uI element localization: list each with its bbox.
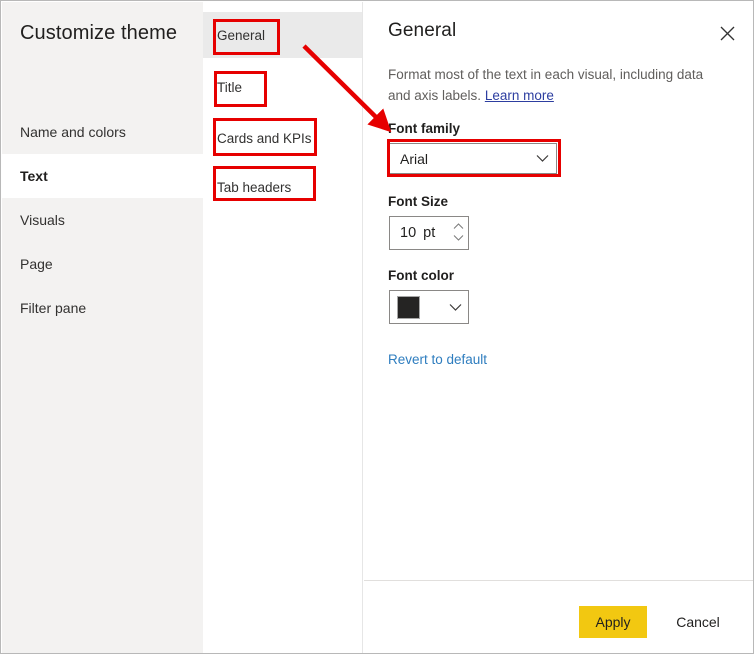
cancel-button[interactable]: Cancel bbox=[664, 606, 732, 638]
font-size-spinner[interactable] bbox=[448, 217, 468, 249]
category-item-label: Tab headers bbox=[217, 179, 292, 195]
chevron-down-icon bbox=[442, 303, 468, 312]
category-item-cards-and-kpis[interactable]: Cards and KPIs bbox=[203, 115, 362, 161]
revert-to-default-link[interactable]: Revert to default bbox=[388, 352, 487, 367]
category-item-title[interactable]: Title bbox=[203, 64, 362, 110]
font-size-unit: pt bbox=[423, 225, 436, 241]
font-color-picker[interactable] bbox=[389, 290, 469, 324]
customize-theme-dialog: Customize theme Name and colors Text Vis… bbox=[0, 0, 754, 654]
sidebar-item-label: Visuals bbox=[20, 212, 65, 228]
sidebar: Customize theme Name and colors Text Vis… bbox=[2, 2, 203, 653]
sidebar-item-visuals[interactable]: Visuals bbox=[2, 198, 203, 242]
font-size-label: Font Size bbox=[388, 194, 448, 209]
sidebar-item-text[interactable]: Text bbox=[2, 154, 203, 198]
close-icon[interactable] bbox=[708, 14, 746, 52]
page-title: Customize theme bbox=[20, 22, 178, 44]
category-item-label: Cards and KPIs bbox=[217, 130, 312, 146]
chevron-up-icon[interactable] bbox=[453, 222, 464, 233]
chevron-down-icon[interactable] bbox=[453, 233, 464, 244]
sidebar-item-label: Page bbox=[20, 256, 53, 272]
general-settings-panel: General Format most of the text in each … bbox=[364, 2, 753, 653]
category-item-general[interactable]: General bbox=[203, 12, 362, 58]
sidebar-item-label: Filter pane bbox=[20, 300, 87, 316]
font-family-value: Arial bbox=[400, 150, 429, 167]
apply-button[interactable]: Apply bbox=[579, 606, 647, 638]
text-category-list: General Title Cards and KPIs Tab headers bbox=[203, 2, 363, 653]
panel-description: Format most of the text in each visual, … bbox=[388, 64, 718, 106]
color-swatch bbox=[397, 295, 420, 319]
font-size-stepper[interactable]: 10 pt bbox=[389, 216, 469, 250]
sidebar-item-filter-pane[interactable]: Filter pane bbox=[2, 286, 203, 330]
category-item-tab-headers[interactable]: Tab headers bbox=[203, 164, 362, 210]
footer-divider bbox=[364, 580, 753, 581]
font-family-combobox[interactable]: Arial bbox=[389, 143, 557, 174]
sidebar-item-page[interactable]: Page bbox=[2, 242, 203, 286]
sidebar-item-name-and-colors[interactable]: Name and colors bbox=[2, 110, 203, 154]
font-family-label: Font family bbox=[388, 121, 461, 136]
chevron-down-icon bbox=[528, 154, 556, 163]
font-color-label: Font color bbox=[388, 268, 454, 283]
category-item-label: Title bbox=[217, 79, 243, 95]
learn-more-link[interactable]: Learn more bbox=[485, 88, 554, 103]
font-size-value: 10 bbox=[400, 225, 417, 241]
category-item-label: General bbox=[217, 27, 266, 43]
sidebar-item-label: Name and colors bbox=[20, 124, 126, 140]
panel-title: General bbox=[388, 20, 457, 41]
sidebar-item-label: Text bbox=[20, 168, 48, 184]
